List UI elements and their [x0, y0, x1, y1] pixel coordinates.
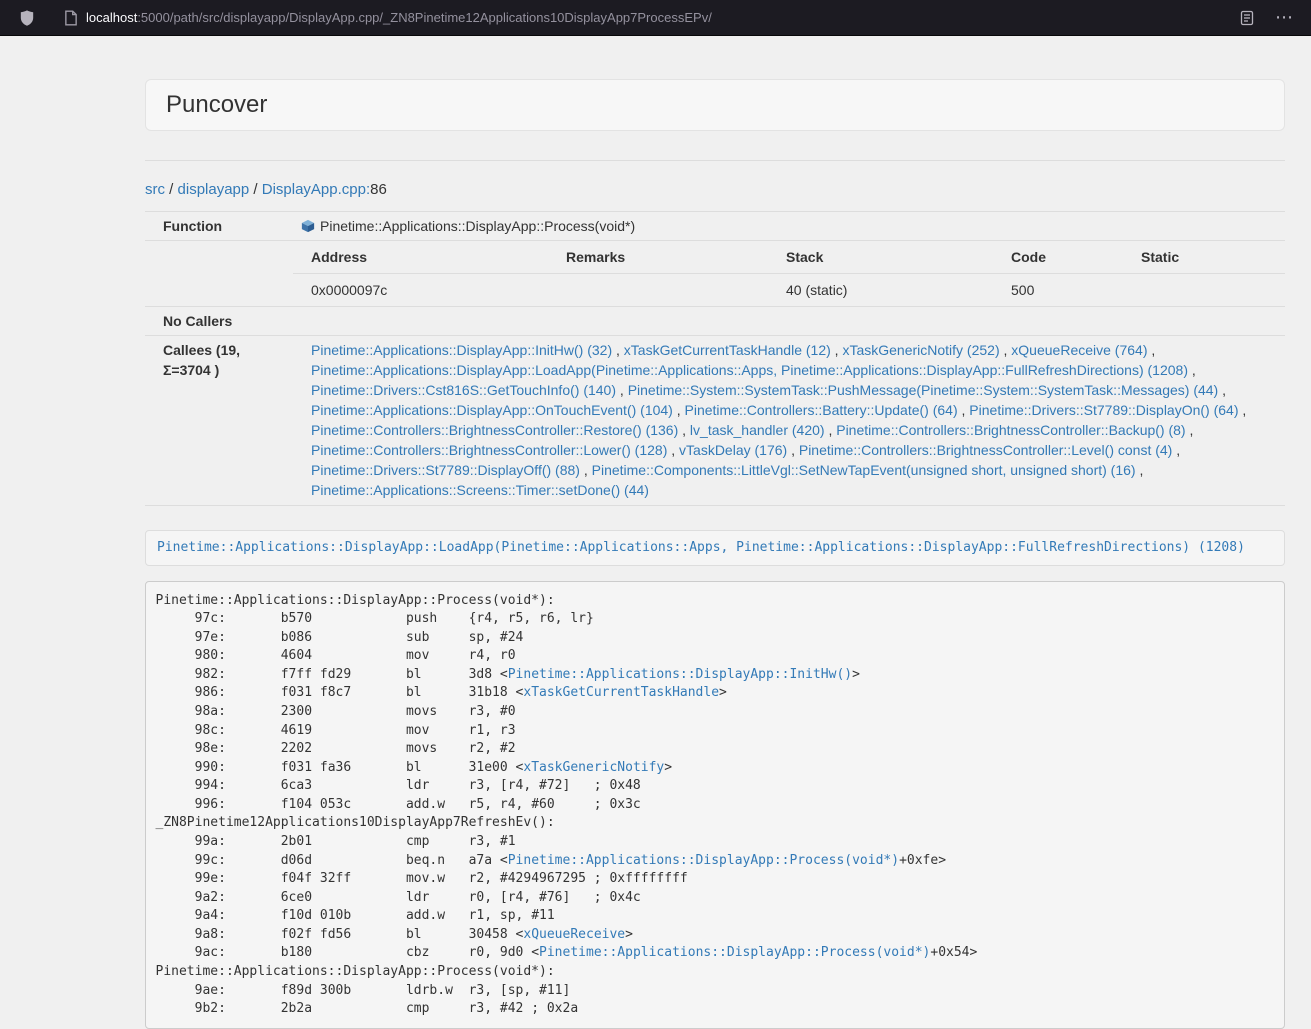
col-address: Address — [293, 241, 558, 274]
callee-link[interactable]: Pinetime::Applications::Screens::Timer::… — [311, 482, 649, 498]
callees-cell: Pinetime::Applications::DisplayApp::Init… — [293, 336, 1285, 506]
reader-view-icon[interactable] — [1239, 10, 1255, 26]
no-callers-label: No Callers — [145, 307, 293, 336]
divider — [145, 160, 1285, 161]
col-remarks: Remarks — [558, 241, 778, 274]
stats-header-row: Address Remarks Stack Code Static — [293, 241, 1285, 274]
url-path: :5000/path/src/displayapp/DisplayApp.cpp… — [137, 10, 712, 25]
callee-link[interactable]: xTaskGetCurrentTaskHandle (12) — [624, 342, 831, 358]
callee-link[interactable]: xTaskGenericNotify (252) — [842, 342, 999, 358]
function-row: Function Pinetime::Applications::Display… — [145, 212, 1285, 241]
col-static: Static — [1133, 241, 1285, 274]
disassembly-block: Pinetime::Applications::DisplayApp::Proc… — [145, 581, 1285, 1029]
callee-link[interactable]: Pinetime::Drivers::St7789::DisplayOff() … — [311, 462, 580, 478]
browser-toolbar: localhost:5000/path/src/displayapp/Displ… — [0, 0, 1311, 36]
callees-label: Callees (19, Σ=3704 ) — [145, 336, 293, 506]
page-info-icon[interactable] — [64, 10, 78, 26]
callee-link[interactable]: Pinetime::Drivers::Cst816S::GetTouchInfo… — [311, 382, 616, 398]
callee-link[interactable]: vTaskDelay (176) — [679, 442, 787, 458]
code-symbol-link[interactable]: Pinetime::Applications::DisplayApp::Proc… — [508, 853, 899, 868]
breadcrumb-link[interactable]: displayapp — [178, 181, 250, 198]
url-host: localhost — [86, 10, 137, 25]
callee-link[interactable]: Pinetime::Controllers::Battery::Update()… — [685, 402, 958, 418]
page-title-panel: Puncover — [145, 79, 1285, 131]
function-detail-table: Function Pinetime::Applications::Display… — [145, 211, 1285, 506]
stats-cell: Address Remarks Stack Code Static 0x0000… — [293, 241, 1285, 307]
stats-table: Address Remarks Stack Code Static 0x0000… — [293, 241, 1285, 306]
callee-link[interactable]: Pinetime::Applications::DisplayApp::Init… — [311, 342, 612, 358]
value-remarks — [558, 274, 778, 307]
address-bar[interactable]: localhost:5000/path/src/displayapp/Displ… — [86, 10, 712, 25]
tracking-protection-shield-icon[interactable] — [18, 9, 36, 27]
page-title: Puncover — [166, 92, 1264, 118]
callee-link[interactable]: Pinetime::Drivers::St7789::DisplayOn() (… — [969, 402, 1238, 418]
stats-row-label — [145, 241, 293, 307]
loadapp-symbol-link[interactable]: Pinetime::Applications::DisplayApp::Load… — [157, 540, 1245, 555]
value-code: 500 — [1003, 274, 1133, 307]
callee-link[interactable]: Pinetime::System::SystemTask::PushMessag… — [628, 382, 1219, 398]
callee-link[interactable]: Pinetime::Controllers::BrightnessControl… — [311, 442, 667, 458]
callee-link[interactable]: Pinetime::Applications::DisplayApp::Load… — [311, 362, 1188, 378]
code-symbol-link[interactable]: xQueueReceive — [523, 927, 625, 942]
function-icon — [301, 219, 315, 233]
function-name-cell: Pinetime::Applications::DisplayApp::Proc… — [293, 212, 1285, 241]
stats-values-row: 0x0000097c 40 (static) 500 — [293, 274, 1285, 307]
callee-link[interactable]: Pinetime::Controllers::BrightnessControl… — [836, 422, 1185, 438]
breadcrumb-link[interactable]: DisplayApp.cpp: — [262, 181, 370, 198]
callee-link[interactable]: lv_task_handler (420) — [690, 422, 825, 438]
code-symbol-link[interactable]: Pinetime::Applications::DisplayApp::Proc… — [539, 945, 930, 960]
callee-link[interactable]: Pinetime::Controllers::BrightnessControl… — [799, 442, 1172, 458]
function-name: Pinetime::Applications::DisplayApp::Proc… — [320, 218, 635, 234]
stats-row: Address Remarks Stack Code Static 0x0000… — [145, 241, 1285, 307]
col-stack: Stack — [778, 241, 1003, 274]
function-row-label: Function — [145, 212, 293, 241]
value-stack: 40 (static) — [778, 274, 1003, 307]
code-symbol-link[interactable]: Pinetime::Applications::DisplayApp::Init… — [508, 667, 852, 682]
callee-link[interactable]: Pinetime::Applications::DisplayApp::OnTo… — [311, 402, 673, 418]
callees-row: Callees (19, Σ=3704 ) Pinetime::Applicat… — [145, 336, 1285, 506]
callee-link[interactable]: Pinetime::Components::LittleVgl::SetNewT… — [592, 462, 1136, 478]
callee-panel-heading: Pinetime::Applications::DisplayApp::Load… — [145, 530, 1285, 566]
breadcrumb: src / displayapp / DisplayApp.cpp:86 — [145, 181, 1285, 199]
overflow-menu-icon[interactable]: ⋯ — [1275, 9, 1293, 27]
page-container: Puncover src / displayapp / DisplayApp.c… — [145, 79, 1285, 1029]
callee-link[interactable]: Pinetime::Controllers::BrightnessControl… — [311, 422, 678, 438]
code-symbol-link[interactable]: xTaskGenericNotify — [523, 760, 664, 775]
value-static — [1133, 274, 1285, 307]
col-code: Code — [1003, 241, 1133, 274]
breadcrumb-link[interactable]: src — [145, 181, 165, 198]
code-symbol-link[interactable]: xTaskGetCurrentTaskHandle — [523, 685, 719, 700]
callee-link[interactable]: xQueueReceive (764) — [1011, 342, 1147, 358]
no-callers-cell — [293, 307, 1285, 336]
value-address: 0x0000097c — [293, 274, 558, 307]
no-callers-row: No Callers — [145, 307, 1285, 336]
